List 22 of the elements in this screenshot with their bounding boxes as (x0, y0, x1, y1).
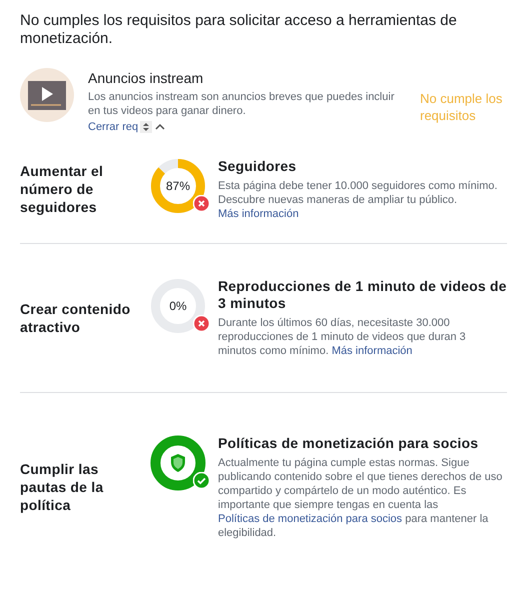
requirement-title: Políticas de monetización para socios (218, 434, 480, 452)
learn-more-link[interactable]: Políticas de monetización para socios (218, 512, 402, 524)
requirement-description: Actualmente tu página cumple estas normas. Sigue publicando contenido sobre el que tienes derechos de uso compartido y compártelo de un modo auténtico. Es importante que siempre tengas en cuenta las Políticas de monetización para socios para mantener la elegibilidad. (218, 456, 504, 540)
status-text: No cumple los requisitos (420, 90, 504, 124)
requirement-label: Cumplir las pautas de la política (20, 460, 104, 514)
progress-reading: 0% (169, 298, 187, 312)
requirement-title: Seguidores (218, 158, 298, 174)
tool-description: Los anuncios instream son anuncios breves que puedes incluir en tus videos para ganar dinero. (88, 90, 396, 118)
learn-more-link[interactable]: Más información (332, 344, 412, 356)
requirement-label: Aumentar el número de seguidores (20, 162, 104, 216)
sort-icon (140, 121, 152, 134)
eligibility-message: No cumples los requisitos para solicitar acceso a herramientas de monetización. (20, 12, 458, 48)
tool-title: Anuncios instream (88, 69, 204, 87)
shield-ring-icon (150, 434, 206, 490)
progress-reading: 87% (166, 178, 190, 192)
requirement-description: Esta página debe tener 10.000 seguidores como mínimo. Descubre nuevas maneras de ampliar tu público. Más información (218, 178, 498, 220)
close-requirements-link[interactable]: Cerrar req (88, 119, 138, 136)
requirement-label: Crear contenido atractivo (20, 300, 132, 336)
requirement-description: Durante los últimos 60 días, necesitaste 30.000 reproducciones de 1 minuto de videos que duran 3 minutos como mínimo. Más información (218, 316, 467, 358)
requirement-title: Reproducciones de 1 minuto de videos de 3 minutos (218, 278, 507, 312)
video-play-icon (20, 68, 74, 122)
learn-more-link[interactable]: Más información (218, 208, 299, 220)
